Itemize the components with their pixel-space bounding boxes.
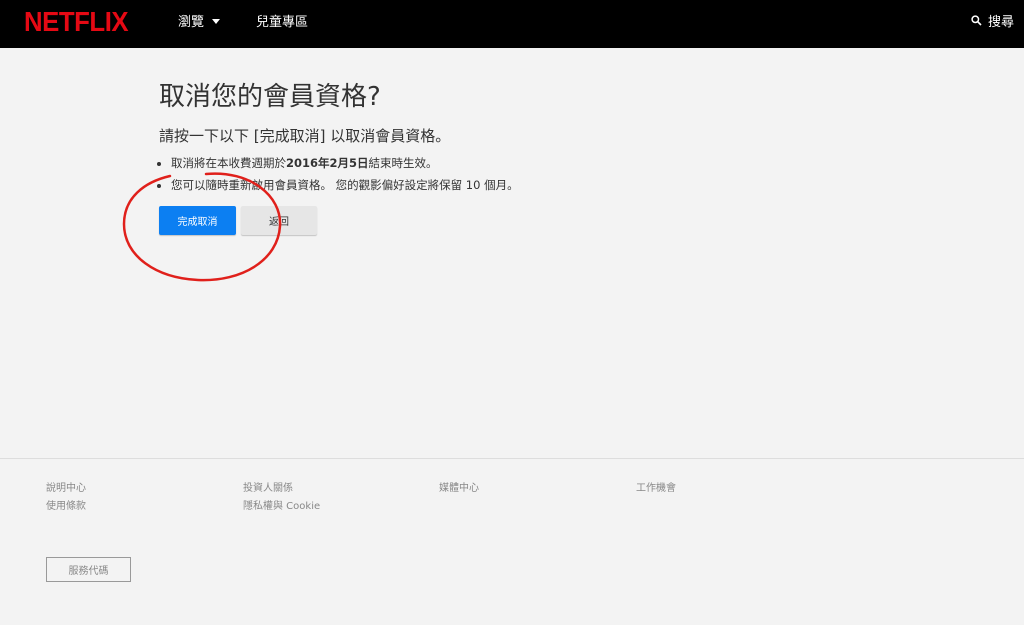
browse-label: 瀏覽 bbox=[178, 15, 205, 30]
netflix-logo[interactable]: NETFLIX bbox=[24, 6, 129, 38]
end-date: 2016年2月5日 bbox=[286, 156, 369, 170]
caret-down-icon bbox=[212, 19, 221, 24]
browse-menu[interactable]: 瀏覽 bbox=[178, 14, 221, 32]
footer: 說明中心 使用條款 投資人關係 隱私權與 Cookie 媒體中心 工作機會 服務… bbox=[0, 458, 1024, 625]
terms-of-use-link[interactable]: 使用條款 bbox=[46, 500, 86, 514]
search-icon bbox=[971, 15, 982, 26]
finish-cancellation-button[interactable]: 完成取消 bbox=[159, 206, 236, 235]
note-text: 結束時生效。 bbox=[368, 156, 438, 170]
search-label: 搜尋 bbox=[987, 15, 1014, 30]
list-item: 您可以隨時重新啟用會員資格。 您的觀影偏好設定將保留 10 個月。 bbox=[171, 174, 859, 196]
cancel-membership-panel: 取消您的會員資格? 請按一下以下 [完成取消] 以取消會員資格。 取消將在本收費… bbox=[159, 80, 859, 236]
notes-list: 取消將在本收費週期於2016年2月5日結束時生效。 您可以隨時重新啟用會員資格。… bbox=[159, 152, 859, 196]
note-text: 取消將在本收費週期於 bbox=[171, 156, 286, 170]
jobs-link[interactable]: 工作機會 bbox=[636, 482, 676, 496]
search-button[interactable]: 搜尋 bbox=[971, 14, 1014, 32]
top-navigation-bar: NETFLIX 瀏覽 兒童專區 搜尋 bbox=[0, 0, 1024, 48]
back-button[interactable]: 返回 bbox=[241, 206, 317, 235]
service-code-button[interactable]: 服務代碼 bbox=[46, 557, 131, 582]
instruction-text: 請按一下以下 [完成取消] 以取消會員資格。 bbox=[159, 127, 451, 145]
privacy-cookie-link[interactable]: 隱私權與 Cookie bbox=[243, 500, 320, 514]
list-item: 取消將在本收費週期於2016年2月5日結束時生效。 bbox=[171, 152, 859, 174]
media-center-link[interactable]: 媒體中心 bbox=[439, 482, 479, 496]
help-center-link[interactable]: 說明中心 bbox=[46, 482, 86, 496]
page-title: 取消您的會員資格? bbox=[159, 82, 381, 112]
investor-relations-link[interactable]: 投資人關係 bbox=[243, 482, 293, 496]
kids-link[interactable]: 兒童專區 bbox=[256, 14, 308, 32]
button-row: 完成取消 返回 bbox=[159, 206, 859, 236]
